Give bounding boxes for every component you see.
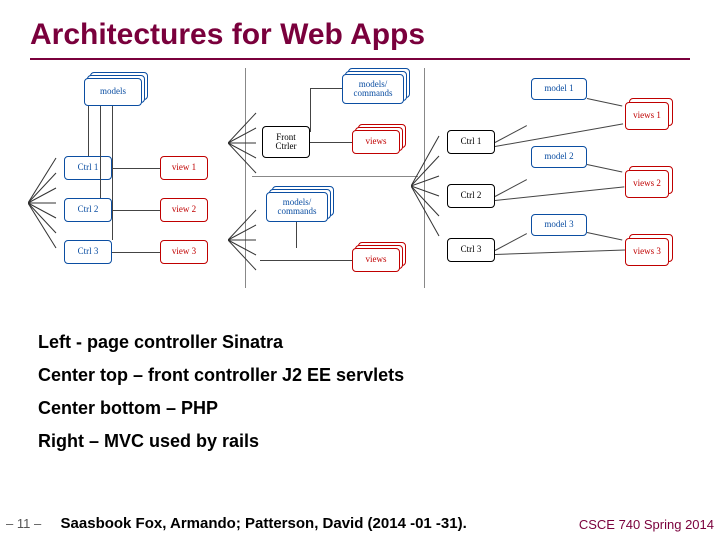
bullet-center-bot: Center bottom – PHP [38, 398, 404, 419]
citation: Saasbook Fox, Armando; Patterson, David … [61, 515, 467, 532]
views-top-box: views [352, 130, 400, 154]
models-stack: models [84, 78, 142, 106]
slide-footer: – 11 – Saasbook Fox, Armando; Patterson,… [6, 515, 714, 532]
ctrl1-box: Ctrl 1 [64, 156, 112, 180]
views2-box: views 2 [625, 170, 669, 198]
views2-stack: views 2 [625, 170, 669, 198]
ctrl2-box-r: Ctrl 2 [447, 184, 495, 208]
views1-box: views 1 [625, 102, 669, 130]
mc-bot-box: models/ commands [266, 192, 328, 222]
view1-box: view 1 [160, 156, 208, 180]
mc-top-box: models/ commands [342, 74, 404, 104]
page-number: – 11 – [6, 516, 41, 531]
ctrl2-box: Ctrl 2 [64, 198, 112, 222]
models-box: models [84, 78, 142, 106]
bullet-center-top: Center top – front controller J2 EE serv… [38, 365, 404, 386]
ctrl1-box-r: Ctrl 1 [447, 130, 495, 154]
model1-box: model 1 [531, 78, 587, 100]
models-commands-stack-top: models/ commands [342, 74, 404, 104]
ctrl3-box-r: Ctrl 3 [447, 238, 495, 262]
views-stack-bot: views [352, 248, 400, 272]
models-commands-stack-bot: models/ commands [266, 192, 328, 222]
views-stack-top: views [352, 130, 400, 154]
views3-box: views 3 [625, 238, 669, 266]
right-panel: Ctrl 1 Ctrl 2 Ctrl 3 model 1 model 2 mod… [425, 68, 685, 288]
caption-list: Left - page controller Sinatra Center to… [38, 332, 404, 464]
left-panel: models Ctrl 1 Ctrl 2 Ctrl 3 view 1 view … [50, 68, 245, 288]
views-bot-box: views [352, 248, 400, 272]
slide-title: Architectures for Web Apps [0, 0, 720, 56]
bullet-left: Left - page controller Sinatra [38, 332, 404, 353]
view2-box: view 2 [160, 198, 208, 222]
architecture-diagram: models Ctrl 1 Ctrl 2 Ctrl 3 view 1 view … [50, 68, 690, 288]
center-panel: Front Ctrler models/ commands views [245, 68, 425, 288]
views1-stack: views 1 [625, 102, 669, 130]
ctrl3-box: Ctrl 3 [64, 240, 112, 264]
fan-arrows-icon [28, 148, 58, 258]
bullet-right: Right – MVC used by rails [38, 431, 404, 452]
front-controller-box: Front Ctrler [262, 126, 310, 158]
title-rule [30, 58, 690, 60]
views3-stack: views 3 [625, 238, 669, 266]
model2-box: model 2 [531, 146, 587, 168]
course-label: CSCE 740 Spring 2014 [579, 517, 714, 532]
model3-box: model 3 [531, 214, 587, 236]
view3-box: view 3 [160, 240, 208, 264]
